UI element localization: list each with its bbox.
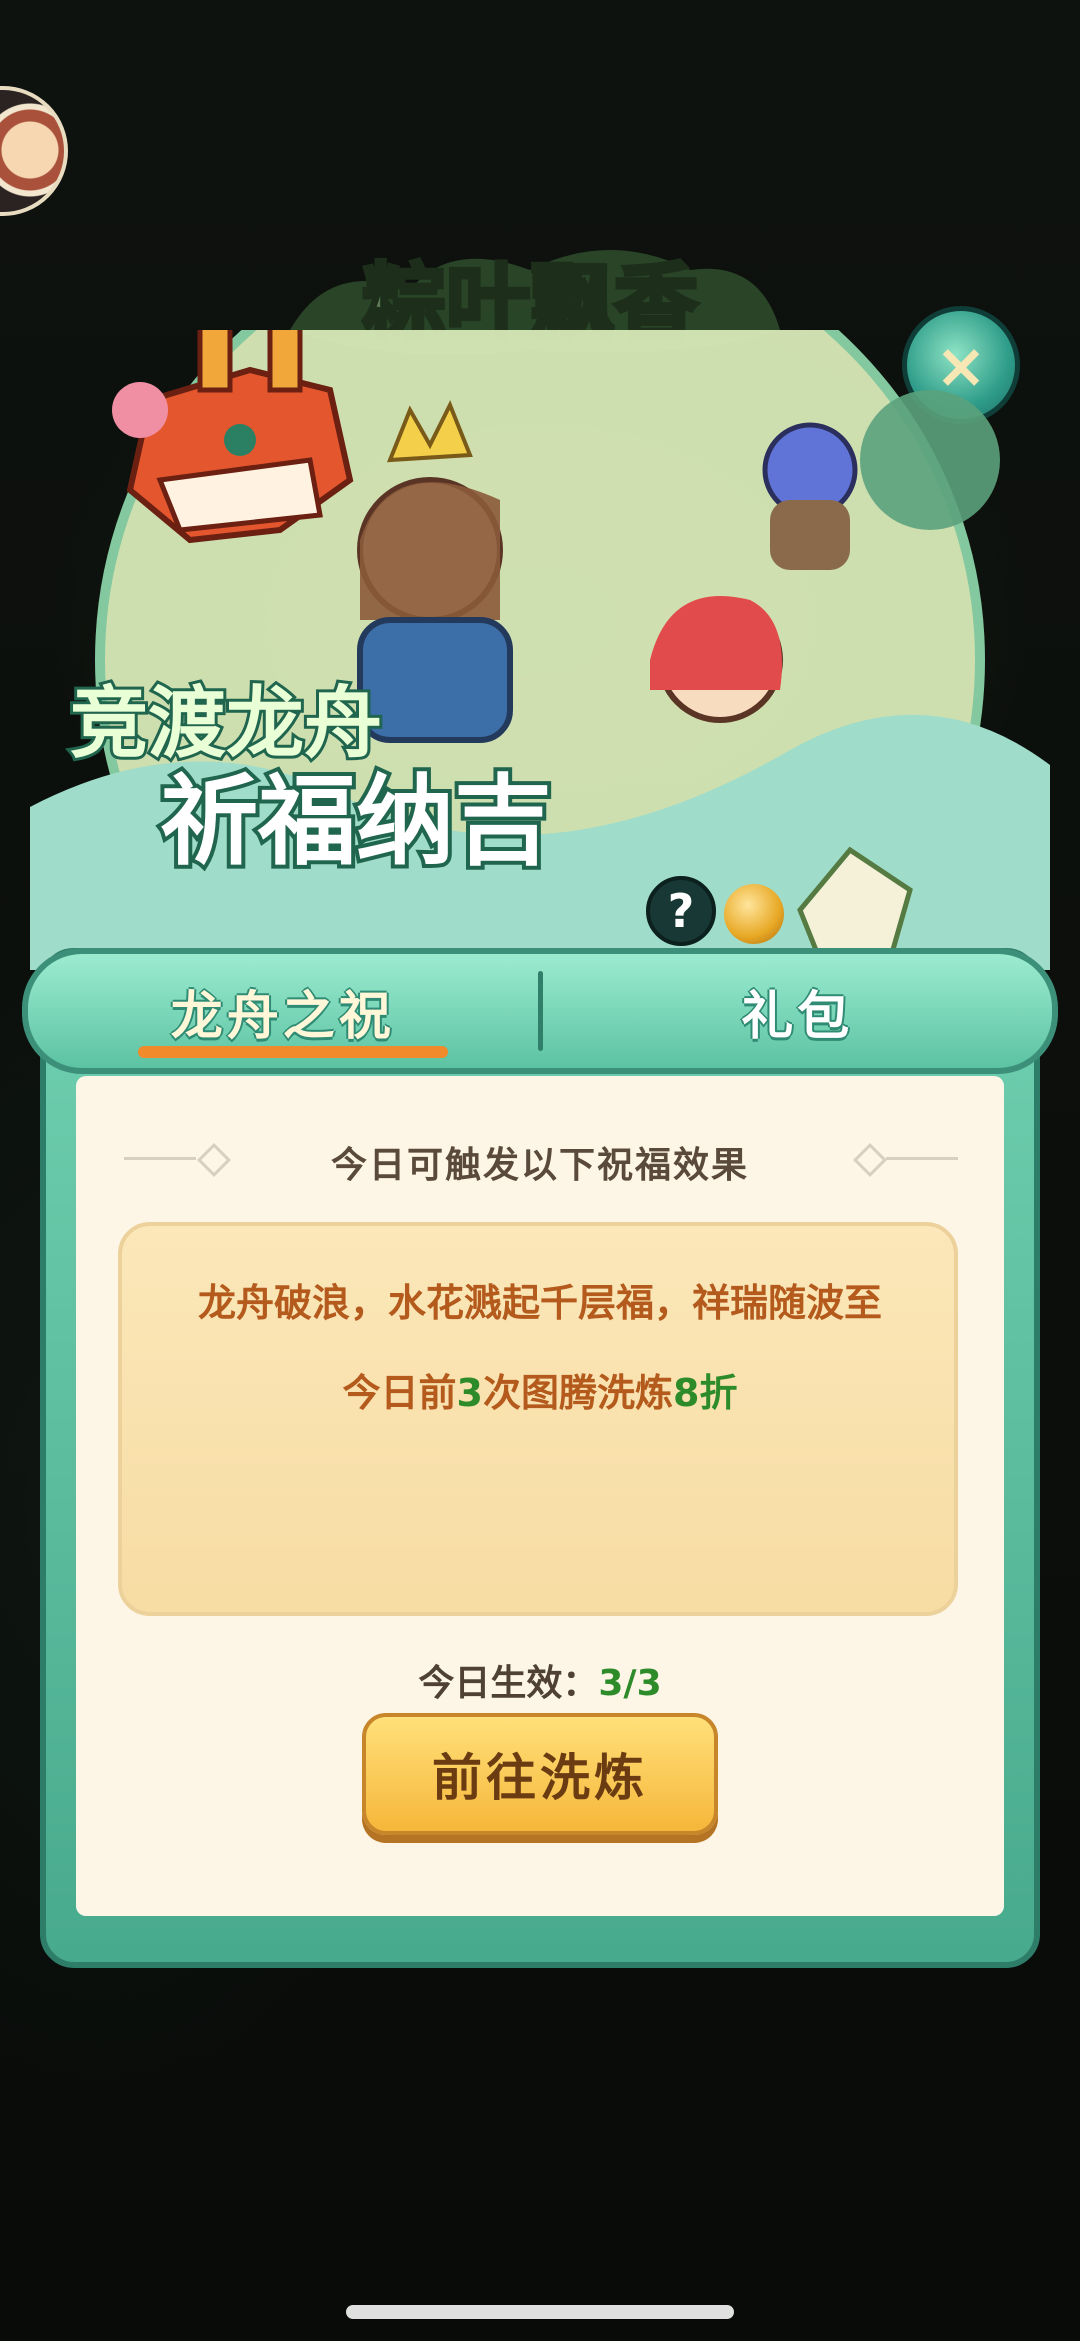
effect-text: 今日前3次图腾洗炼8折 [342, 1371, 738, 1415]
tab-label: 龙舟之祝 [170, 986, 395, 1047]
help-button[interactable]: ? [646, 876, 716, 946]
content-area: 今日可触发以下祝福效果 龙舟破浪，水花溅起千层福，祥瑞随波至 今日前3次图腾洗炼… [76, 1076, 1004, 1916]
coin-icon [724, 884, 784, 944]
status-line: 今日生效：3/3 [76, 1654, 1004, 1706]
hero-illustration: 竞渡龙舟 祈福纳吉 [30, 330, 1050, 970]
blessing-text: 龙舟破浪，水花溅起千层福，祥瑞随波至 [197, 1281, 882, 1325]
tab-gift-pack[interactable]: 礼包 [543, 954, 1053, 1068]
go-refine-button[interactable]: 前往洗炼 [362, 1713, 718, 1835]
status-value: 3/3 [598, 1663, 662, 1704]
svg-text:竞渡龙舟: 竞渡龙舟 [70, 679, 382, 769]
divider-right [886, 1157, 958, 1160]
tab-label: 礼包 [741, 986, 854, 1047]
tab-dragon-blessing[interactable]: 龙舟之祝 [28, 954, 538, 1068]
active-tab-indicator [138, 1046, 448, 1058]
cat-character [762, 422, 858, 570]
svg-text:祈福纳吉: 祈福纳吉 [160, 765, 552, 879]
question-icon: ? [667, 884, 695, 938]
status-label: 今日生效： [418, 1663, 599, 1704]
tab-bar: 龙舟之祝 礼包 [22, 948, 1058, 1074]
home-indicator[interactable] [346, 2305, 734, 2319]
